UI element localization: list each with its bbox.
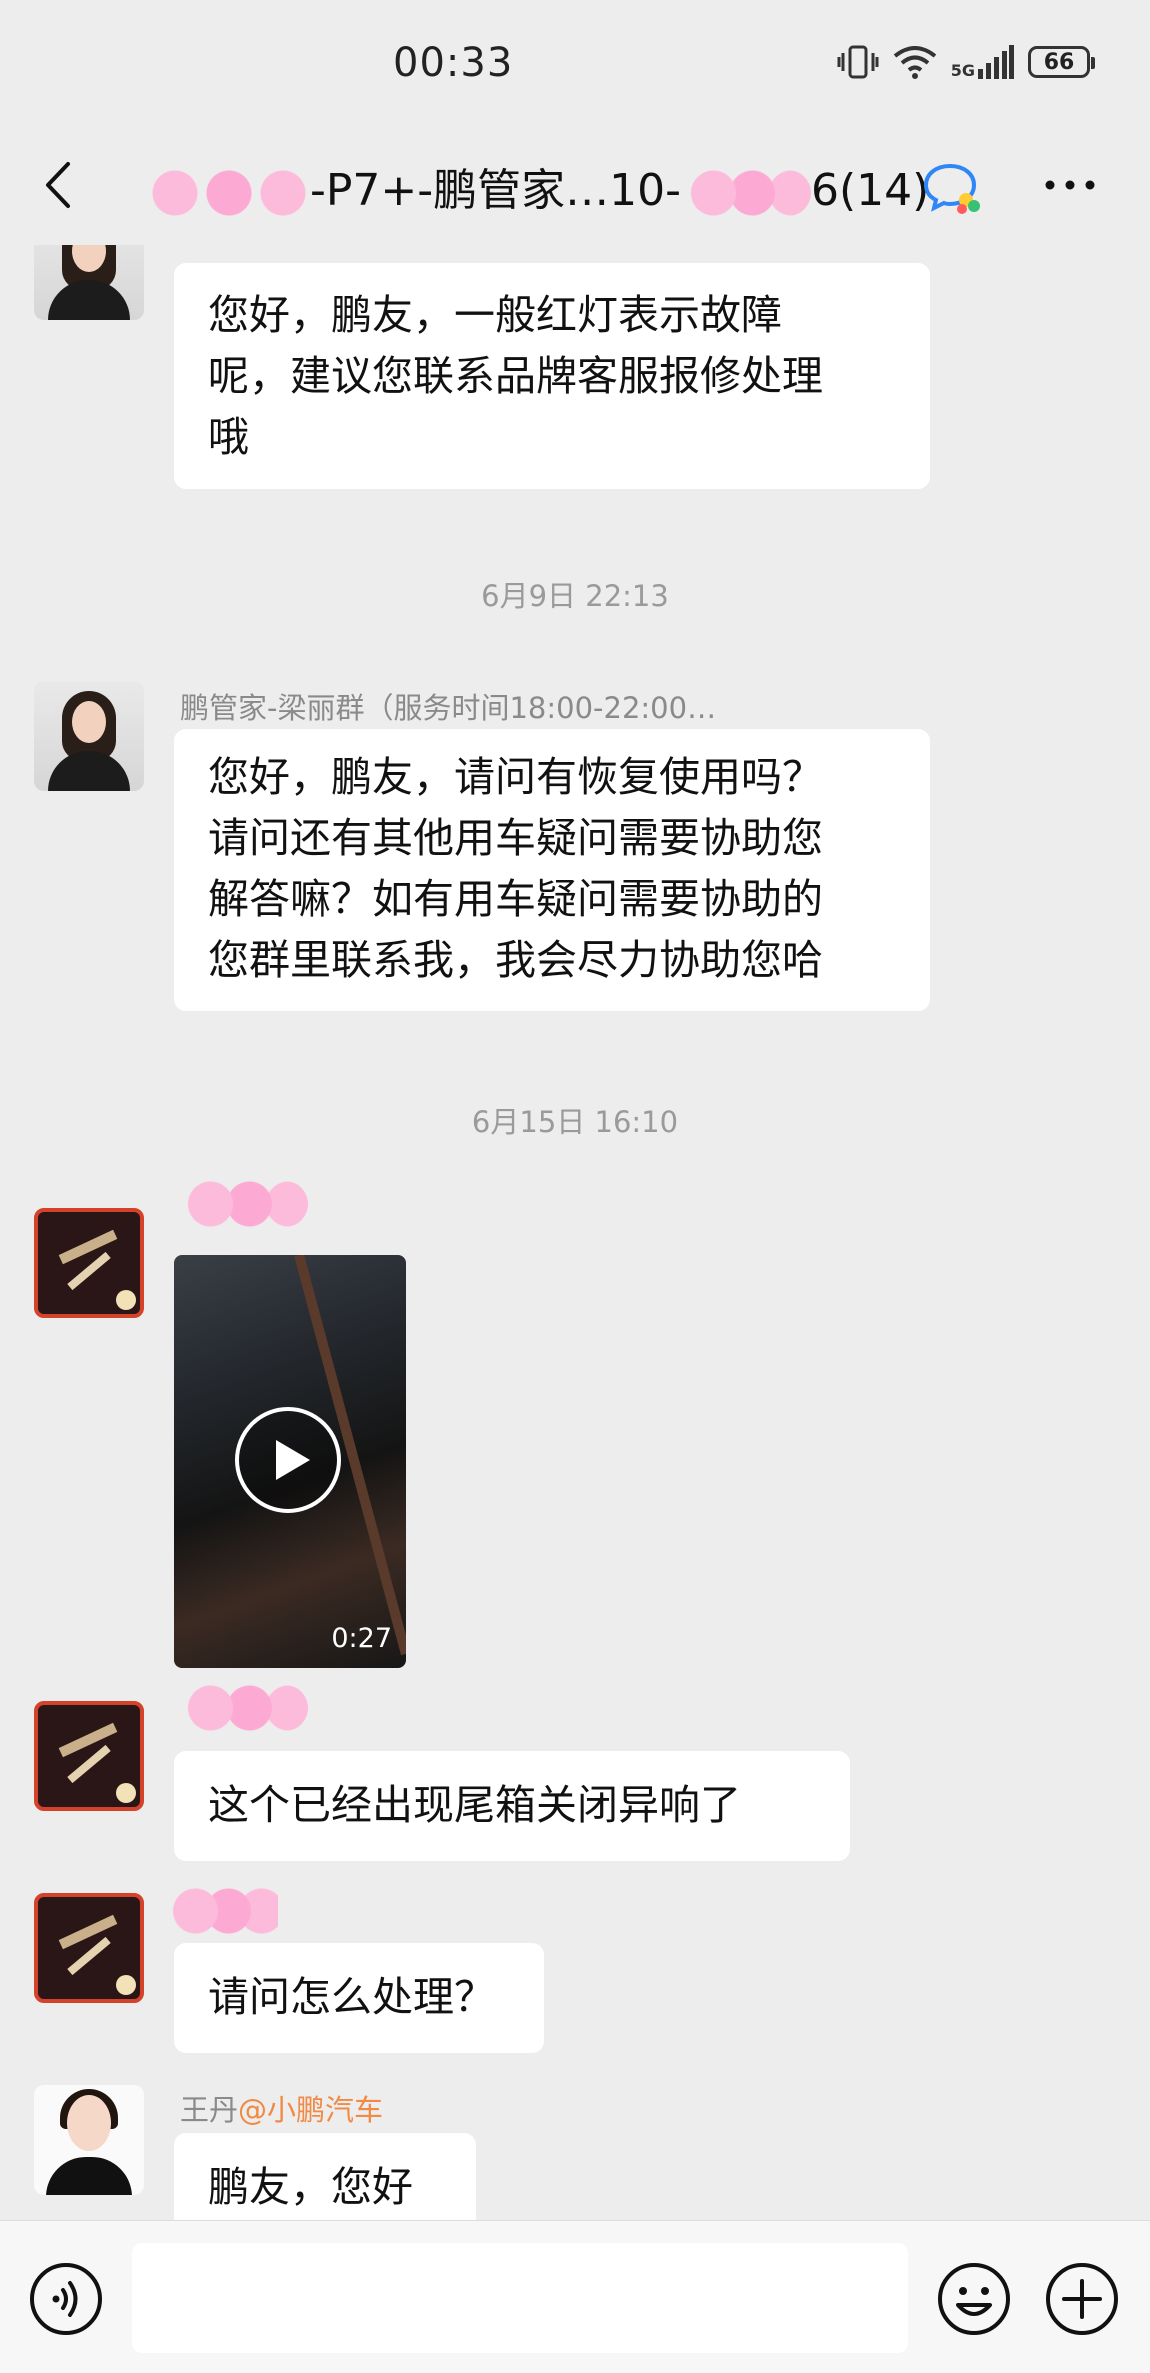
timestamp: 6月9日 22:13: [481, 579, 669, 613]
group-chat-icon[interactable]: [922, 160, 984, 216]
redaction-mask: [178, 1685, 308, 1731]
redaction-mask: [168, 1871, 278, 1951]
video-duration: 0:27: [331, 1623, 392, 1654]
redaction-mask: [178, 1181, 308, 1227]
message-bubble[interactable]: 鹏友，您好: [174, 2133, 476, 2220]
avatar[interactable]: [34, 1893, 144, 2003]
video-message[interactable]: 0:27: [174, 1255, 406, 1668]
message-line: 哦: [208, 413, 249, 461]
input-bar: [0, 2220, 1150, 2373]
battery-icon: 66: [1028, 46, 1095, 78]
sender-name: 鹏管家-梁丽群（服务时间18:00-22:00…: [180, 691, 717, 725]
status-bar: 00:33 5G 66: [0, 0, 1150, 130]
back-arrow-icon[interactable]: [38, 160, 78, 210]
sender-name: 王丹@小鹏汽车: [180, 2087, 383, 2129]
status-icons: 5G 66: [837, 42, 1095, 82]
voice-icon[interactable]: [28, 2261, 104, 2337]
message-bubble[interactable]: 您好，鹏友，请问有恢复使用吗？ 请问还有其他用车疑问需要协助您 解答嘛？如有用车…: [174, 729, 930, 1011]
message-line: 鹏友，您好: [208, 2163, 413, 2211]
message-line: 您群里联系我，我会尽力协助您哈: [208, 936, 823, 984]
message-line: 解答嘛？如有用车疑问需要协助的: [208, 875, 823, 923]
avatar[interactable]: [34, 2085, 144, 2195]
network-type: 5G: [950, 61, 975, 80]
plus-icon[interactable]: [1044, 2261, 1120, 2337]
vibrate-icon: [837, 45, 879, 79]
message-line: 请问怎么处理？: [208, 1973, 495, 2021]
chat-title-part2: 6(14): [811, 165, 930, 216]
more-icon[interactable]: [1040, 160, 1100, 210]
chat-title-part1: -P7+-鹏管家…10-: [310, 165, 682, 216]
play-icon[interactable]: [234, 1406, 342, 1514]
message-bubble[interactable]: 请问怎么处理？: [174, 1943, 544, 2053]
redaction-mask: [130, 170, 310, 216]
battery-level: 66: [1043, 49, 1075, 75]
avatar[interactable]: [34, 1701, 144, 1811]
chat-header: -P7+-鹏管家…10- 6(14): [0, 130, 1150, 245]
avatar[interactable]: [34, 245, 144, 320]
timestamp: 6月15日 16:10: [471, 1105, 679, 1139]
avatar[interactable]: [34, 1208, 144, 1318]
message-line: 您好，鹏友，请问有恢复使用吗？: [208, 753, 823, 801]
sender-name-text: 王丹: [180, 2093, 239, 2127]
message-line: 呢，建议您联系品牌客服报修处理: [208, 352, 823, 400]
redaction-mask: [681, 170, 812, 216]
message-line: 您好，鹏友，一般红灯表示故障: [208, 291, 782, 339]
message-bubble[interactable]: 您好，鹏友，一般红灯表示故障 呢，建议您联系品牌客服报修处理 哦: [174, 263, 930, 489]
sender-org: @小鹏汽车: [238, 2093, 384, 2127]
message-list[interactable]: 您好，鹏友，一般红灯表示故障 呢，建议您联系品牌客服报修处理 哦 6月9日 22…: [0, 245, 1150, 2220]
message-bubble[interactable]: 这个已经出现尾箱关闭异响了: [174, 1751, 850, 1861]
signal-icon: 5G: [951, 45, 1014, 79]
message-line: 这个已经出现尾箱关闭异响了: [208, 1781, 741, 1829]
avatar[interactable]: [34, 681, 144, 791]
emoji-icon[interactable]: [936, 2261, 1012, 2337]
chat-title: -P7+-鹏管家…10- 6(14): [130, 154, 929, 218]
status-time: 00:33: [393, 40, 514, 86]
message-input[interactable]: [132, 2243, 908, 2353]
message-line: 请问还有其他用车疑问需要协助您: [208, 814, 823, 862]
wifi-icon: [893, 46, 936, 79]
